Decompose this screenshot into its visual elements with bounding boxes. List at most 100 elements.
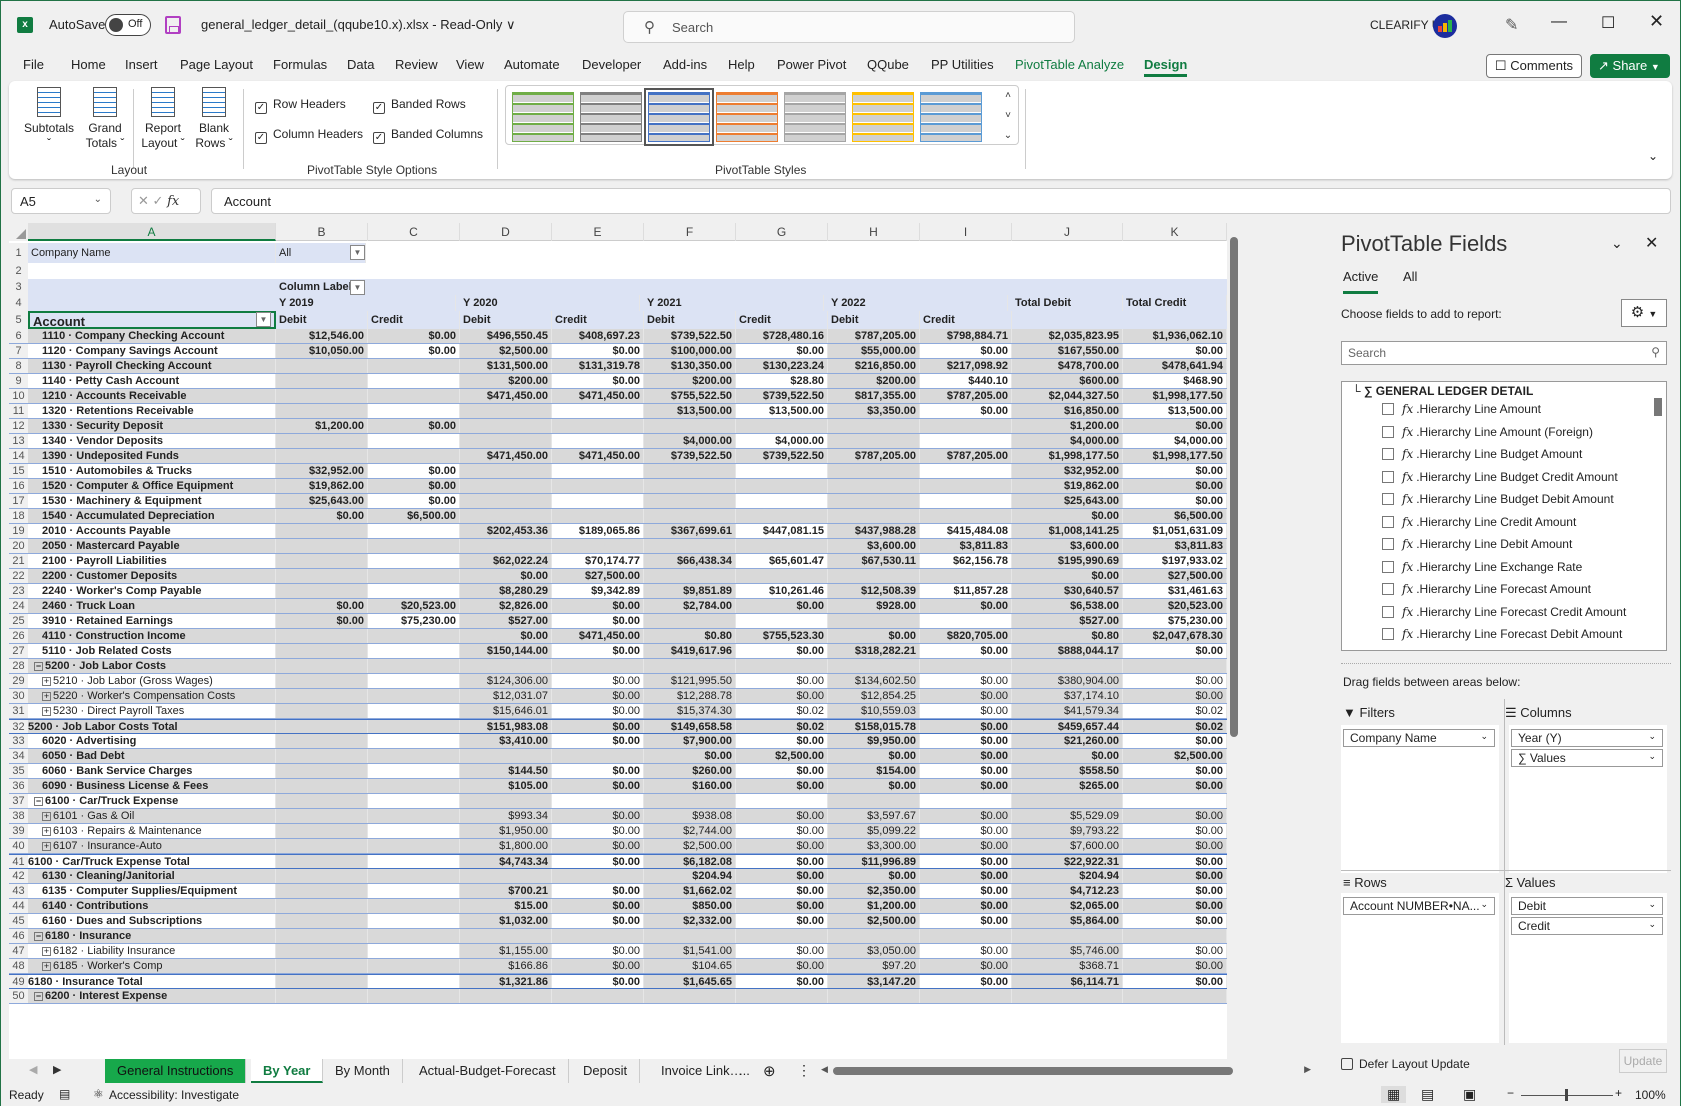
value-cell[interactable]: $0.80 [1012,629,1123,643]
value-cell[interactable]: $9,851.89 [644,584,736,598]
value-cell[interactable]: $0.00 [1123,689,1227,703]
value-cell[interactable] [368,899,460,913]
field-item[interactable]: fx .Hierarchy Line Forecast Amount [1382,582,1591,596]
value-cell[interactable] [276,855,368,868]
value-cell[interactable]: $1,200.00 [276,419,368,433]
value-cell[interactable] [828,929,920,943]
value-cell[interactable]: $440.10 [920,374,1012,388]
value-cell[interactable]: $817,355.00 [828,389,920,403]
account-row-label[interactable]: 1340 · Vendor Deposits [28,434,276,448]
row-number[interactable]: 24 [9,599,28,613]
update-button[interactable]: Update [1619,1049,1667,1073]
value-cell[interactable] [644,464,736,478]
row-headers-checkbox[interactable]: ✓ Row Headers [255,97,346,114]
field-item[interactable]: fx .Hierarchy Line Exchange Rate [1382,560,1582,574]
value-cell[interactable]: $0.00 [920,944,1012,958]
value-cell[interactable] [552,479,644,493]
value-cell[interactable] [552,404,644,418]
value-cell[interactable] [368,584,460,598]
value-cell[interactable]: $62,022.24 [460,554,552,568]
debit-header[interactable]: Debit [644,311,736,329]
value-cell[interactable]: $0.00 [1123,344,1227,358]
row-number[interactable]: 50 [9,989,28,1003]
close-icon[interactable]: ✕ [1649,11,1664,32]
value-cell[interactable] [276,644,368,658]
value-cell[interactable] [460,509,552,523]
value-cell[interactable] [552,929,644,943]
value-cell[interactable]: $1,200.00 [1012,419,1123,433]
field-checkbox[interactable] [1382,403,1394,415]
value-cell[interactable]: $0.00 [276,599,368,613]
value-cell[interactable]: $9,793.22 [1012,824,1123,838]
area-field-item[interactable]: Credit ⌄ [1511,917,1663,935]
value-cell[interactable] [828,614,920,628]
expand-icon[interactable]: + [42,812,51,821]
value-cell[interactable]: $20,523.00 [1123,599,1227,613]
value-cell[interactable] [552,464,644,478]
value-cell[interactable]: $6,182.08 [644,855,736,868]
value-cell[interactable]: $0.00 [1123,419,1227,433]
value-cell[interactable] [276,659,368,673]
value-cell[interactable]: $0.00 [828,749,920,763]
spreadsheet-grid[interactable]: ABCDEFGHIJK 1 Company Name All ▼ 2 3 Column La… [9,223,1227,1061]
value-cell[interactable]: $0.00 [828,779,920,793]
grand-totals-button[interactable]: Grand Totals ˇ [81,87,129,151]
value-cell[interactable]: $0.00 [644,749,736,763]
tab-add-ins[interactable]: Add-ins [663,57,707,72]
value-cell[interactable]: $1,645.65 [644,975,736,988]
tab-pivottable-analyze[interactable]: PivotTable Analyze [1015,57,1124,72]
value-cell[interactable] [552,749,644,763]
value-cell[interactable]: $97.20 [828,959,920,973]
row-labels-header[interactable]: Account [28,311,276,329]
credit-header[interactable]: Credit [552,311,644,329]
field-checkbox[interactable] [1382,560,1394,573]
value-cell[interactable] [920,434,1012,448]
value-cell[interactable]: $368.71 [1012,959,1123,973]
value-cell[interactable]: $104.65 [644,959,736,973]
column-header-d[interactable]: D [460,223,552,241]
scroll-left-icon[interactable]: ◀ [821,1064,828,1075]
value-cell[interactable]: $0.00 [736,824,828,838]
column-header-b[interactable]: B [276,223,368,241]
value-cell[interactable] [828,464,920,478]
column-header-f[interactable]: F [644,223,736,241]
value-cell[interactable]: $459,657.44 [1012,720,1123,733]
formula-input[interactable]: Account [211,188,1671,214]
value-cell[interactable] [368,734,460,748]
value-cell[interactable] [460,464,552,478]
account-row-label[interactable]: 1130 · Payroll Checking Account [28,359,276,373]
value-cell[interactable] [828,494,920,508]
value-cell[interactable]: $728,480.16 [736,329,828,343]
tab-formulas[interactable]: Formulas [273,57,327,72]
value-cell[interactable]: $787,205.00 [828,449,920,463]
collapse-icon[interactable]: − [34,662,43,671]
value-cell[interactable] [276,704,368,718]
total-credit-header[interactable]: Total Credit [1123,295,1227,311]
macro-recording-icon[interactable]: ▤ [59,1087,70,1101]
value-cell[interactable]: $0.00 [828,869,920,883]
account-row-label[interactable]: 6160 · Dues and Subscriptions [28,914,276,928]
pivot-style-thumb[interactable] [644,88,714,146]
value-cell[interactable]: $0.00 [920,689,1012,703]
gallery-up-button[interactable]: ˄ [998,86,1018,105]
value-cell[interactable] [276,434,368,448]
value-cell[interactable]: $3,811.83 [920,539,1012,553]
value-cell[interactable]: $928.00 [828,599,920,613]
value-cell[interactable] [460,494,552,508]
expand-icon[interactable]: + [42,707,51,716]
account-row-label[interactable]: 6090 · Business License & Fees [28,779,276,793]
value-cell[interactable]: $0.00 [920,644,1012,658]
value-cell[interactable]: $0.00 [276,509,368,523]
value-cell[interactable] [920,659,1012,673]
row-number[interactable]: 36 [9,779,28,793]
value-cell[interactable] [920,614,1012,628]
blank-rows-button[interactable]: Blank Rows ˇ [191,87,237,151]
row-number[interactable]: 44 [9,899,28,913]
row-number[interactable]: 43 [9,884,28,898]
credit-header[interactable]: Credit [736,311,828,329]
value-cell[interactable] [1123,794,1227,808]
horizontal-scrollbar[interactable]: ◀ ▶ [821,1064,1311,1078]
account-row-label[interactable]: 6135 · Computer Supplies/Equipment [28,884,276,898]
account-row-label[interactable]: 1530 · Machinery & Equipment [28,494,276,508]
value-cell[interactable]: $0.00 [552,374,644,388]
